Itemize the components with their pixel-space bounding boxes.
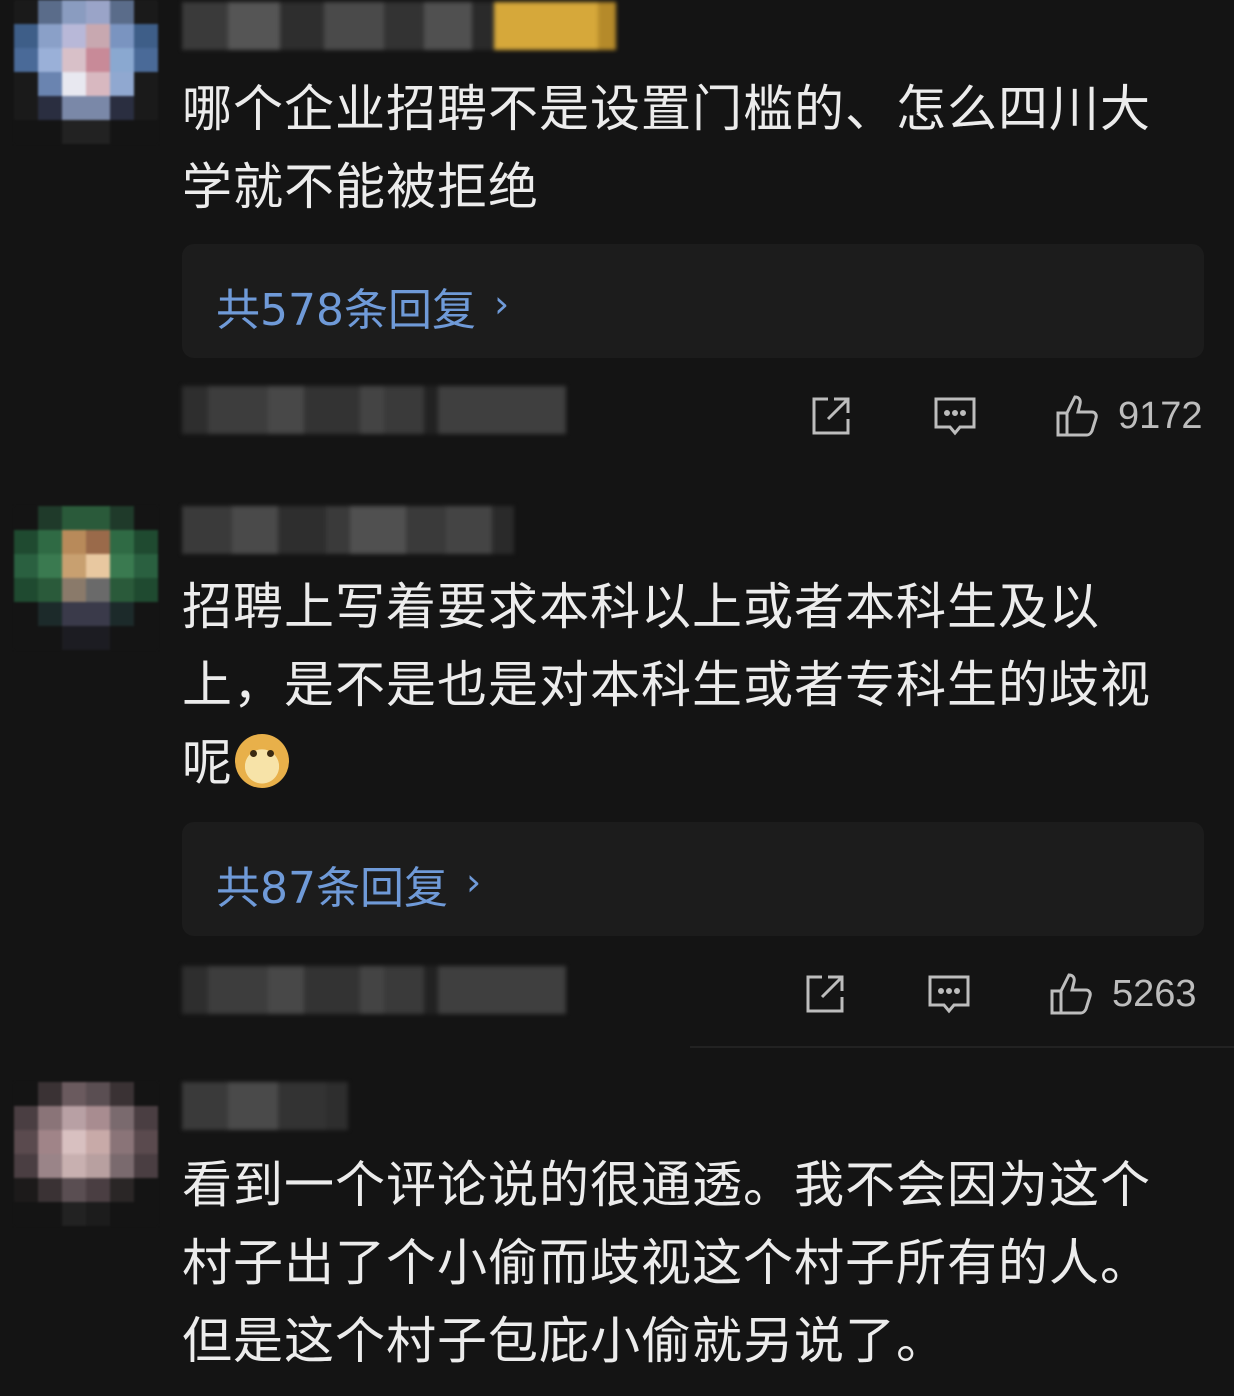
avatar[interactable]	[14, 1082, 158, 1226]
comment-3: 看到一个评论说的很通透。我不会因为这个村子出了个小偷而歧视这个村子所有的人。但是…	[0, 0, 1234, 1396]
username-obscured[interactable]	[182, 1082, 348, 1130]
comment-text: 看到一个评论说的很通透。我不会因为这个村子出了个小偷而歧视这个村子所有的人。但是…	[182, 1156, 1151, 1370]
